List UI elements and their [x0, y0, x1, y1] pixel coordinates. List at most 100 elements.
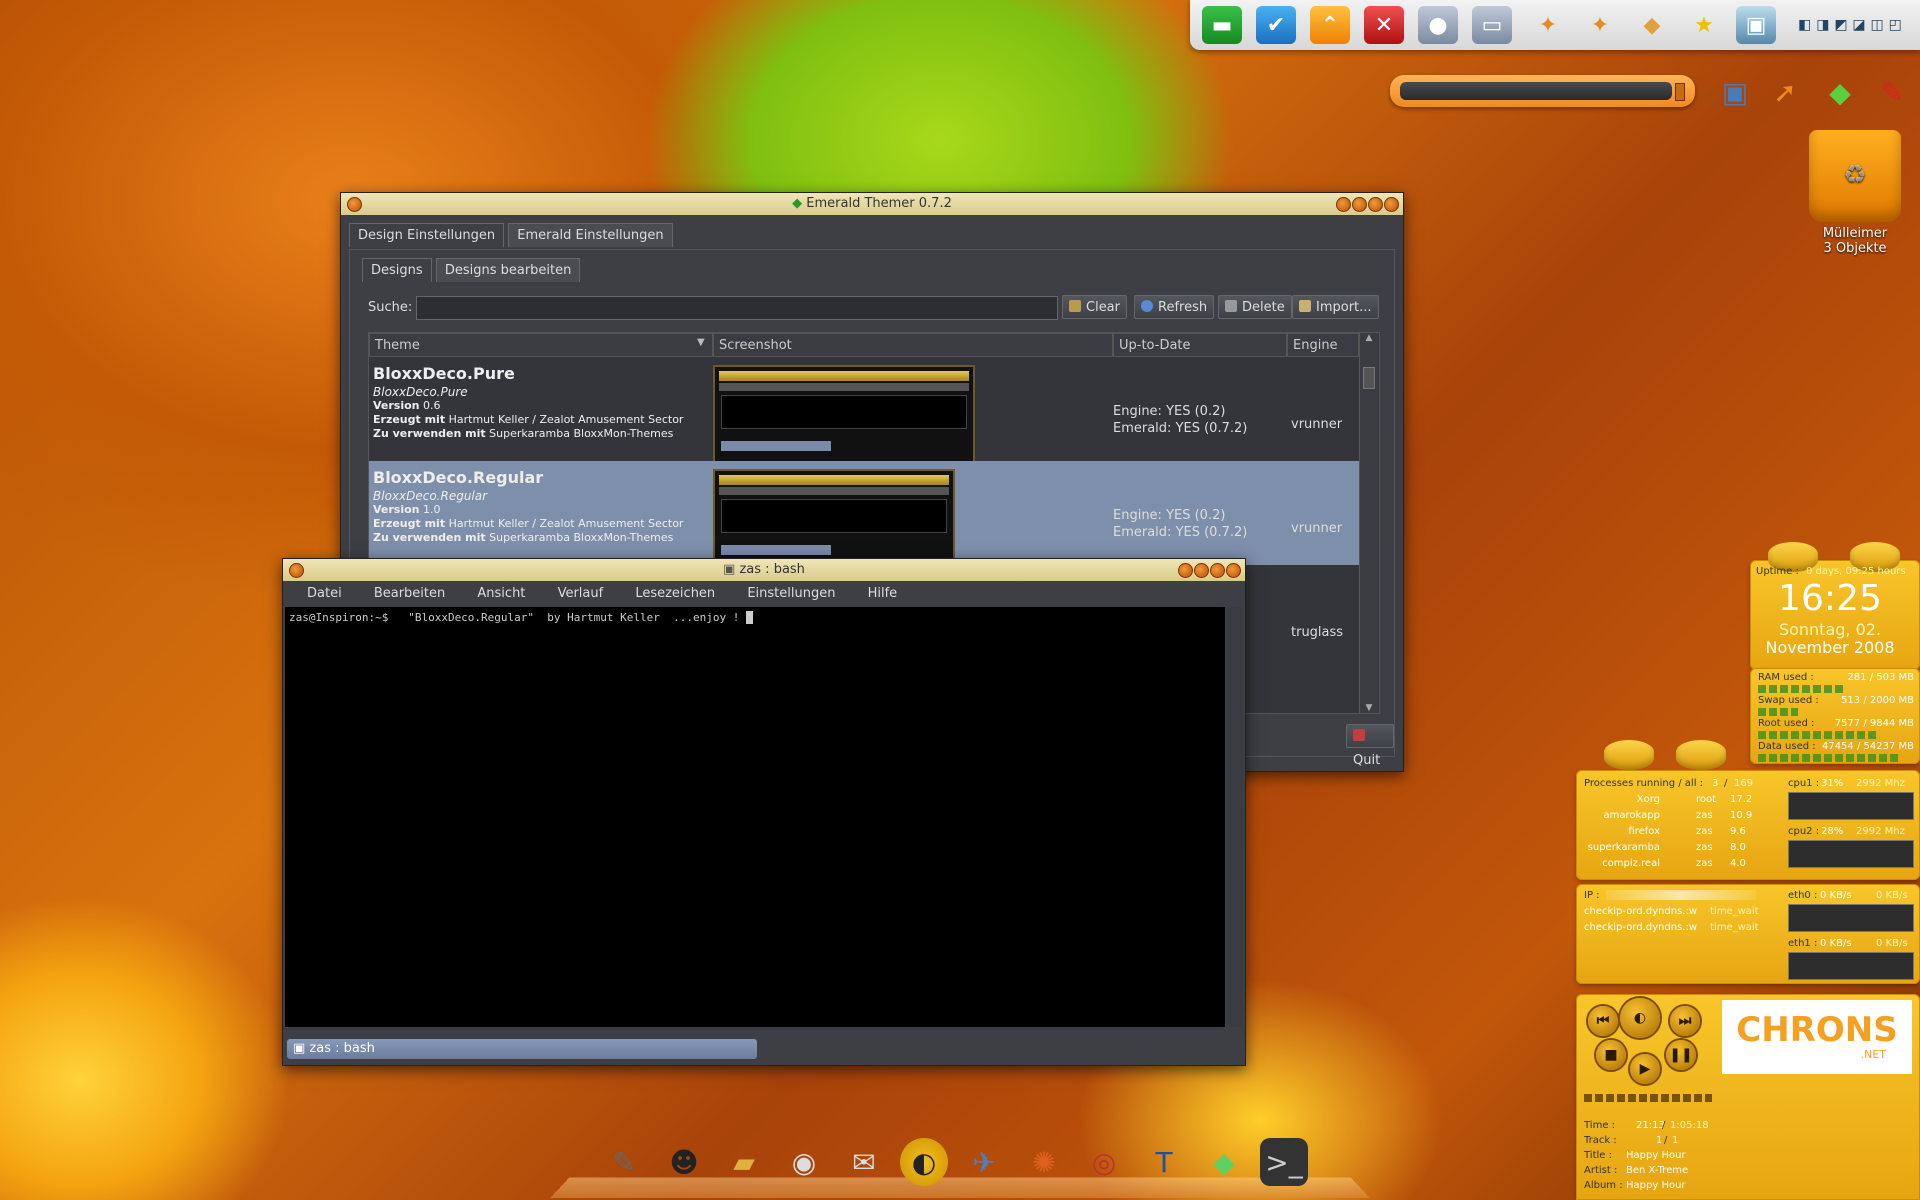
trash-bin-icon: ♻	[1809, 130, 1901, 222]
terminal-icon: ▣	[723, 562, 736, 577]
mail-icon[interactable]: ✉	[840, 1138, 888, 1186]
thunderbird-icon[interactable]: ✈	[960, 1138, 1008, 1186]
konsole-titlebar[interactable]: ▣ zas : bash	[283, 559, 1245, 581]
window-menu-icon[interactable]	[347, 197, 362, 212]
disk-icon[interactable]: ◉	[780, 1138, 828, 1186]
menu-datei[interactable]: Datei	[307, 581, 342, 607]
table-row-selected[interactable]: BloxxDeco.Regular BloxxDeco.Regular Vers…	[369, 461, 1359, 571]
logout-icon[interactable]: ▭	[1472, 6, 1512, 44]
pen-icon[interactable]: ✎	[1872, 72, 1912, 112]
scroll-up-icon[interactable]: ▲	[1360, 333, 1378, 347]
title-value: Happy Hour	[1626, 1150, 1686, 1161]
cpu1-pct: 31%	[1821, 778, 1844, 789]
refresh-button[interactable]: Refresh	[1134, 295, 1215, 319]
user-icon[interactable]: ●	[1418, 6, 1458, 44]
maximize-icon[interactable]	[1210, 563, 1225, 578]
tab-designs-bearbeiten[interactable]: Designs bearbeiten	[435, 258, 581, 282]
package-icon[interactable]: ▰	[720, 1138, 768, 1186]
clock-date-line1: Sonntag, 02.	[1778, 620, 1882, 639]
gimp-icon[interactable]: ✎	[600, 1138, 648, 1186]
minimize-icon[interactable]	[1352, 197, 1367, 212]
footprint-icon[interactable]: ✦	[1528, 6, 1568, 44]
clear-button[interactable]: Clear	[1062, 295, 1127, 319]
help-icon[interactable]	[1336, 197, 1351, 212]
import-button[interactable]: Import...	[1292, 295, 1379, 319]
proc-all: 169	[1734, 778, 1754, 789]
footprint-icon[interactable]: ✦	[1580, 6, 1620, 44]
previous-track-button[interactable]: ⏮	[1588, 1006, 1618, 1036]
tab-design-einstellungen[interactable]: Design Einstellungen	[349, 223, 505, 247]
stop-button[interactable]: ■	[1596, 1040, 1626, 1070]
up-arrow-icon[interactable]: ⌃	[1310, 6, 1350, 44]
tab-emerald-einstellungen[interactable]: Emerald Einstellungen	[508, 223, 673, 247]
gem-icon: ◆	[792, 196, 803, 211]
launcher-search-input[interactable]	[1400, 82, 1672, 100]
folder-icon	[1299, 300, 1311, 312]
folder-star-icon[interactable]: ★	[1684, 6, 1724, 44]
minimize-icon[interactable]	[1194, 563, 1209, 578]
ip-redacted	[1606, 890, 1756, 900]
cpu2-pct: 28%	[1821, 826, 1844, 837]
emerald-gem-icon[interactable]: ◆	[1200, 1138, 1248, 1186]
column-engine[interactable]: Engine	[1287, 333, 1359, 357]
delete-button[interactable]: Delete	[1218, 295, 1292, 319]
minimize-all-icon[interactable]: ▬	[1202, 6, 1242, 44]
pirate-user-icon[interactable]: ☻	[660, 1138, 708, 1186]
close-icon[interactable]	[1226, 563, 1241, 578]
monitor-icon[interactable]: ▣	[1736, 6, 1776, 44]
amarok-button[interactable]: ◐	[1620, 998, 1660, 1038]
menu-hilfe[interactable]: Hilfe	[868, 581, 898, 607]
scroll-thumb[interactable]	[1363, 367, 1375, 389]
terminal-icon[interactable]: >_	[1260, 1138, 1308, 1186]
theme-search-input[interactable]	[416, 296, 1058, 320]
terminal-scrollbar[interactable]	[1227, 607, 1243, 1027]
system-tray-icons[interactable]: ◧ ◨ ◩ ◪ ◫ ◰	[1790, 6, 1910, 44]
quit-icon	[1353, 729, 1365, 741]
main-tabs: Design Einstellungen Emerald Einstellung…	[349, 223, 673, 247]
close-x-icon[interactable]: ✕	[1364, 6, 1404, 44]
menu-ansicht[interactable]: Ansicht	[477, 581, 525, 607]
clock-date-line2: November 2008	[1765, 638, 1895, 657]
emerald-titlebar[interactable]: ◆ Emerald Themer 0.7.2	[341, 193, 1403, 215]
text-editor-icon[interactable]: T	[1140, 1138, 1188, 1186]
firefox-icon[interactable]: ✺	[1020, 1138, 1068, 1186]
scroll-down-icon[interactable]: ▼	[1360, 703, 1378, 713]
track-progress[interactable]	[1584, 1094, 1712, 1102]
artist-value: Ben X-Treme	[1626, 1165, 1689, 1176]
pointer-icon[interactable]: ➚	[1765, 72, 1805, 112]
table-row[interactable]: BloxxDeco.Pure BloxxDeco.Pure Version 0.…	[369, 357, 1359, 467]
cpu2-label: cpu2 :	[1788, 826, 1820, 837]
list-scrollbar[interactable]: ▲ ▼	[1359, 333, 1378, 713]
play-button[interactable]: ▶	[1630, 1054, 1660, 1084]
session-tab[interactable]: ▣ zas : bash	[287, 1039, 757, 1059]
column-up-to-date[interactable]: Up-to-Date	[1113, 333, 1287, 357]
maximize-icon[interactable]	[1368, 197, 1383, 212]
eth0-down: 0 KB/s	[1820, 890, 1852, 901]
menu-bearbeiten[interactable]: Bearbeiten	[374, 581, 445, 607]
launcher-search-bar[interactable]	[1390, 75, 1695, 107]
mem-label: Swap used :	[1758, 695, 1819, 706]
menu-lesezeichen[interactable]: Lesezeichen	[635, 581, 715, 607]
media-player-icon[interactable]: ◎	[1080, 1138, 1128, 1186]
terminal-screen[interactable]: zas@Inspiron:~$ "BloxxDeco.Regular" by H…	[285, 607, 1225, 1027]
mem-bar	[1758, 708, 1798, 716]
help-icon[interactable]	[1178, 563, 1193, 578]
checkmark-icon[interactable]: ✔	[1256, 6, 1296, 44]
trash-desktop-icon[interactable]: ♻ Mülleimer 3 Objekte	[1795, 130, 1915, 256]
emerald-gem-icon[interactable]: ◆	[1820, 72, 1860, 112]
menu-einstellungen[interactable]: Einstellungen	[747, 581, 835, 607]
menu-verlauf[interactable]: Verlauf	[558, 581, 604, 607]
engine-name: vrunner	[1291, 521, 1343, 536]
column-screenshot[interactable]: Screenshot	[713, 333, 1113, 357]
package-icon[interactable]: ◆	[1632, 6, 1672, 44]
quit-button[interactable]: Quit	[1346, 724, 1394, 768]
mem-bar	[1758, 731, 1878, 739]
column-theme[interactable]: Theme	[369, 333, 713, 357]
amarok-wolf-icon[interactable]: ◐	[900, 1138, 948, 1186]
pause-button[interactable]: ❚❚	[1666, 1040, 1696, 1070]
next-track-button[interactable]: ⏭	[1670, 1006, 1700, 1036]
window-menu-icon[interactable]	[289, 563, 304, 578]
tab-designs[interactable]: Designs	[362, 258, 432, 282]
close-icon[interactable]	[1384, 197, 1399, 212]
save-icon[interactable]: ▣	[1715, 72, 1755, 112]
